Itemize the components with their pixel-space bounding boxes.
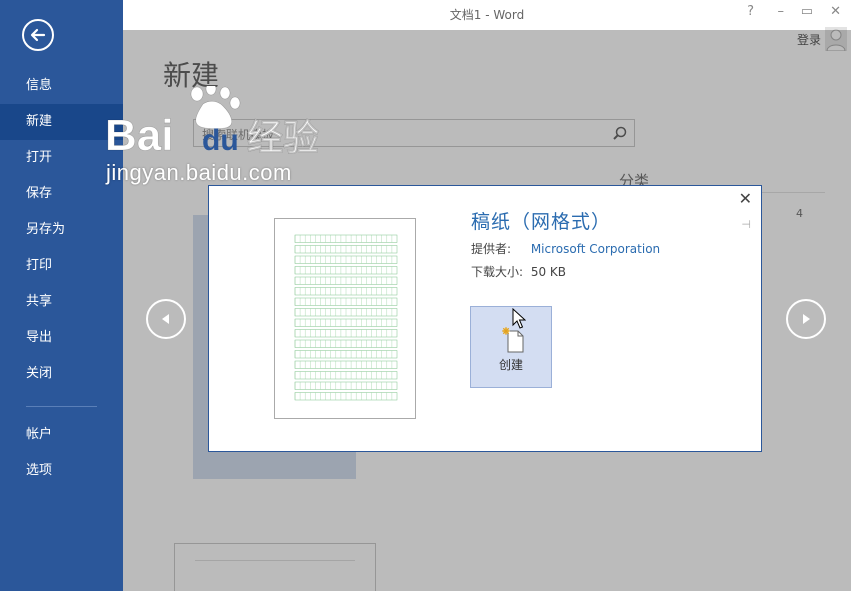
sidebar-item-info[interactable]: 信息	[0, 68, 123, 104]
download-size-row: 下载大小: 50 KB	[471, 263, 566, 280]
download-size-label: 下载大小:	[471, 265, 524, 279]
template-preview-dialog: ✕ ⊣ 稿纸（网格式） 提供者: Microsoft Corporation 下…	[208, 185, 762, 452]
pin-icon[interactable]: ⊣	[741, 218, 751, 231]
title-bar: 文档1 - Word ? – ▭ ✕	[123, 0, 851, 30]
sidebar-item-save[interactable]: 保存	[0, 176, 123, 212]
provider-value[interactable]: Microsoft Corporation	[531, 242, 660, 256]
back-button[interactable]	[22, 19, 54, 51]
backstage-sidebar: 信息 新建 打开 保存 另存为 打印 共享 导出 关闭 帐户 选项	[0, 0, 123, 591]
sidebar-nav: 信息 新建 打开 保存 另存为 打印 共享 导出 关闭 帐户 选项	[0, 68, 123, 489]
create-button-label: 创建	[498, 358, 523, 372]
sidebar-item-close[interactable]: 关闭	[0, 356, 123, 392]
sidebar-item-export[interactable]: 导出	[0, 320, 123, 356]
minimize-button[interactable]: –	[778, 4, 785, 19]
template-title: 稿纸（网格式）	[471, 211, 612, 233]
provider-label: 提供者:	[471, 242, 512, 256]
sidebar-item-print[interactable]: 打印	[0, 248, 123, 284]
sidebar-item-share[interactable]: 共享	[0, 284, 123, 320]
sidebar-item-new[interactable]: 新建	[0, 104, 123, 140]
next-template-button[interactable]	[786, 299, 826, 339]
sidebar-item-open[interactable]: 打开	[0, 140, 123, 176]
template-preview-thumbnail	[274, 218, 416, 419]
sidebar-item-options[interactable]: 选项	[0, 453, 123, 489]
sidebar-item-save-as[interactable]: 另存为	[0, 212, 123, 248]
window-title: 文档1 - Word	[449, 8, 525, 22]
mouse-cursor-icon	[512, 308, 526, 329]
sidebar-item-account[interactable]: 帐户	[0, 417, 123, 453]
provider-row: 提供者: Microsoft Corporation	[471, 240, 660, 257]
sidebar-divider	[26, 406, 97, 407]
dialog-close-button[interactable]: ✕	[739, 189, 752, 208]
grid-paper-preview	[294, 234, 398, 401]
back-arrow-icon	[30, 28, 46, 42]
chevron-left-icon	[162, 314, 169, 324]
create-button[interactable]: 创建	[470, 306, 552, 388]
help-button[interactable]: ?	[747, 4, 754, 19]
close-window-button[interactable]: ✕	[830, 4, 841, 19]
new-document-icon	[502, 327, 524, 353]
download-size-value: 50 KB	[530, 265, 567, 279]
chevron-right-icon	[803, 314, 810, 324]
previous-template-button[interactable]	[146, 299, 186, 339]
maximize-button[interactable]: ▭	[801, 4, 813, 19]
